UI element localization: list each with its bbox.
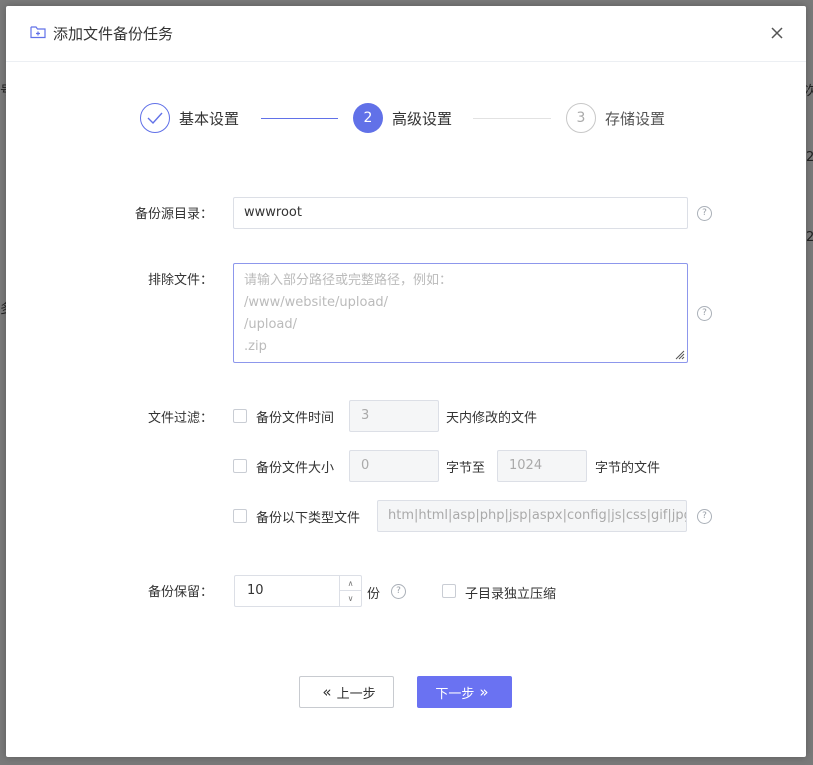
folder-plus-icon [30, 26, 46, 39]
size-min-input[interactable]: 0 [349, 450, 439, 482]
double-chevron-right-icon: » [479, 683, 489, 701]
step-storage-settings[interactable]: 3 存储设置 [566, 103, 665, 133]
step-label: 基本设置 [179, 109, 240, 128]
background-text-fragment: 2 [806, 230, 813, 245]
filter-by-time-label: 备份文件时间 [256, 411, 335, 426]
sub-compress-checkbox[interactable] [442, 584, 456, 598]
source-dir-input[interactable]: wwwroot [233, 197, 688, 229]
step-number: 2 [353, 103, 383, 133]
check-icon [147, 112, 163, 124]
filter-by-type-checkbox[interactable] [233, 509, 247, 523]
file-types-input[interactable]: htm|html|asp|php|jsp|aspx|config|js|css|… [377, 500, 687, 532]
size-range-text: 字节至 [446, 461, 486, 476]
retain-label: 备份保留： [147, 585, 213, 600]
filter-by-time-checkbox[interactable] [233, 409, 247, 423]
retain-unit: 份 [367, 587, 381, 602]
sub-compress-label: 子目录独立压缩 [465, 587, 557, 602]
previous-step-label: 上一步 [336, 686, 376, 702]
step-label: 高级设置 [392, 109, 453, 128]
help-icon[interactable]: ? [697, 206, 712, 221]
step-advanced-settings[interactable]: 2 高级设置 [353, 103, 452, 133]
dialog-title: 添加文件备份任务 [53, 25, 174, 43]
add-backup-task-dialog: 添加文件备份任务 基本设置 2 高级设置 3 存储设置 备份源目录： wwwro… [6, 6, 806, 757]
next-step-label: 下一步 [435, 686, 475, 702]
placeholder-line: /www/website/upload/ [244, 295, 389, 310]
step-number: 3 [566, 103, 596, 133]
source-dir-label: 备份源目录： [134, 207, 213, 222]
file-filter-label: 文件过滤： [147, 411, 213, 426]
step-done-circle [140, 103, 170, 133]
filter-by-size-label: 备份文件大小 [256, 461, 335, 476]
placeholder-line: /upload/ [244, 317, 298, 332]
filter-by-size-checkbox[interactable] [233, 459, 247, 473]
size-max-input[interactable]: 1024 [497, 450, 587, 482]
help-icon[interactable]: ? [391, 584, 406, 599]
help-icon[interactable]: ? [697, 509, 712, 524]
days-input[interactable]: 3 [349, 400, 439, 432]
previous-step-button[interactable]: « 上一步 [299, 676, 394, 708]
increment-button[interactable]: ∧ [340, 576, 361, 591]
background-text-fragment: 2 [806, 150, 813, 165]
help-icon[interactable]: ? [697, 306, 712, 321]
step-label: 存储设置 [605, 109, 666, 128]
size-suffix: 字节的文件 [595, 461, 661, 476]
resize-grip-icon[interactable] [675, 350, 685, 360]
dialog-header: 添加文件备份任务 [6, 6, 806, 62]
exclude-files-label: 排除文件： [147, 273, 213, 288]
step-connector [473, 118, 551, 119]
close-icon[interactable] [766, 22, 788, 44]
step-connector [261, 118, 338, 119]
next-step-button[interactable]: 下一步 » [417, 676, 512, 708]
exclude-files-textarea[interactable]: 请输入部分路径或完整路径，例如： /www/website/upload/ /u… [233, 263, 688, 363]
days-suffix: 天内修改的文件 [446, 411, 538, 426]
decrement-button[interactable]: ∨ [340, 591, 361, 606]
placeholder-line: .zip [244, 339, 267, 354]
double-chevron-left-icon: « [322, 683, 332, 701]
step-basic-settings[interactable]: 基本设置 [140, 103, 239, 133]
stepper-buttons: ∧ ∨ [339, 576, 361, 606]
retain-count-value: 10 [247, 583, 264, 598]
stepper-progress: 基本设置 2 高级设置 3 存储设置 [6, 103, 806, 143]
filter-by-type-label: 备份以下类型文件 [256, 511, 361, 526]
placeholder-line: 请输入部分路径或完整路径，例如： [244, 273, 453, 288]
retain-count-stepper[interactable]: 10 ∧ ∨ [234, 575, 362, 607]
